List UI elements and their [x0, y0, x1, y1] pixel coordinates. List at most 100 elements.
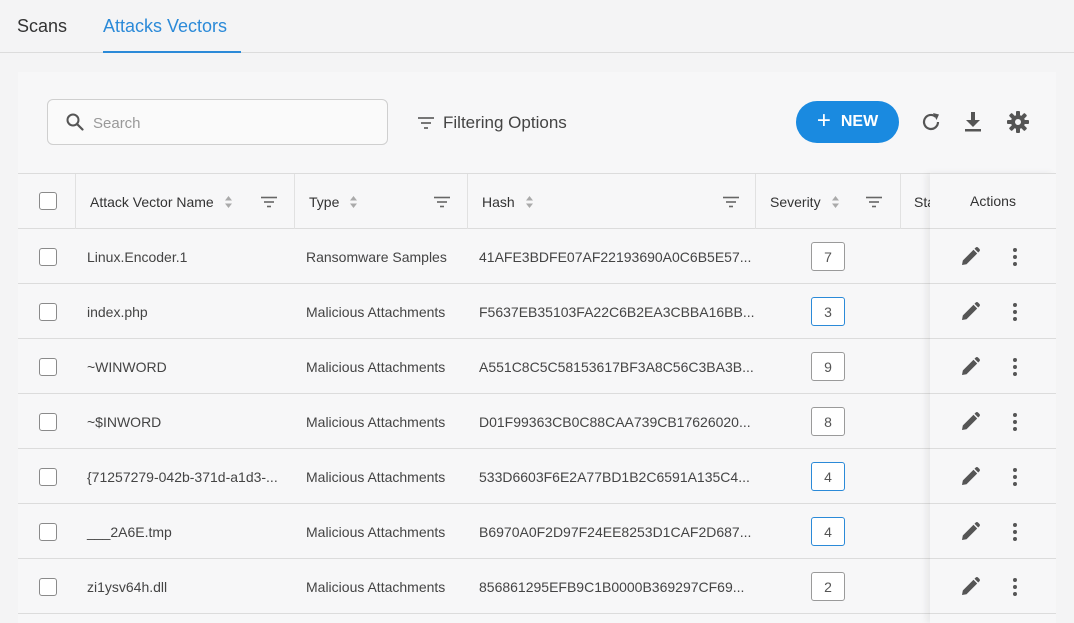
row-actions [930, 559, 1056, 614]
filtering-options-label: Filtering Options [443, 113, 567, 132]
table-row[interactable]: ~WINWORD Malicious Attachments A551C8C5C58… [18, 339, 1056, 394]
hash-cell: F5637EB35103FA22C6B2EA3CBBA16BB... [479, 303, 755, 320]
kebab-icon[interactable] [1011, 301, 1019, 323]
filter-icon [418, 117, 434, 129]
severity-badge: 4 [811, 462, 845, 491]
header-severity[interactable]: Severity [756, 174, 901, 230]
kebab-icon[interactable] [1011, 411, 1019, 433]
attack-vector-name-cell: {71257279-042b-371d-a1d3-... [87, 468, 278, 485]
severity-badge: 9 [811, 352, 845, 381]
pencil-icon[interactable] [959, 356, 981, 378]
gear-icon[interactable] [1006, 110, 1030, 134]
column-filter-icon[interactable] [261, 196, 277, 208]
kebab-icon[interactable] [1011, 356, 1019, 378]
pencil-icon[interactable] [959, 521, 981, 543]
tab-scans[interactable]: Scans [17, 16, 67, 53]
table-row[interactable]: ___2A6E.tmp Malicious Attachments B6970A0F… [18, 504, 1056, 559]
kebab-icon[interactable] [1011, 576, 1019, 598]
severity-badge: 3 [811, 297, 845, 326]
type-cell: Malicious Attachments [306, 578, 446, 595]
row-actions [930, 284, 1056, 339]
severity-badge: 2 [811, 572, 845, 601]
sort-icon[interactable] [525, 195, 534, 209]
row-actions [930, 229, 1056, 284]
header-select-cell [18, 174, 76, 230]
attack-vector-name-cell: Linux.Encoder.1 [87, 248, 188, 265]
tab-attack-vectors[interactable]: Attacks Vectors [103, 16, 241, 53]
attack-vector-name-cell: ___2A6E.tmp [87, 523, 172, 540]
download-icon[interactable] [961, 110, 985, 134]
header-label: Type [309, 194, 340, 210]
severity-badge: 8 [811, 407, 845, 436]
header-actions: Actions [930, 173, 1056, 229]
severity-badge: 4 [811, 517, 845, 546]
plus-icon: + [816, 107, 831, 134]
row-checkbox[interactable] [39, 578, 57, 596]
table-row[interactable]: ~$INWORD Malicious Attachments D01F99363CB… [18, 394, 1056, 449]
type-cell: Malicious Attachments [306, 468, 446, 485]
kebab-icon[interactable] [1011, 521, 1019, 543]
row-checkbox[interactable] [39, 468, 57, 486]
pencil-icon[interactable] [959, 466, 981, 488]
row-checkbox[interactable] [39, 248, 57, 266]
hash-cell: D01F99363CB0C88CAA739CB17626020... [479, 413, 751, 430]
pencil-icon[interactable] [959, 246, 981, 268]
attack-vector-name-cell: index.php [87, 303, 148, 320]
column-filter-icon[interactable] [723, 196, 739, 208]
refresh-icon[interactable] [919, 110, 943, 134]
sort-icon[interactable] [831, 195, 840, 209]
search-input[interactable] [93, 111, 373, 135]
type-cell: Malicious Attachments [306, 523, 446, 540]
type-cell: Malicious Attachments [306, 358, 446, 375]
actions-column: Actions [930, 173, 1056, 623]
row-actions [930, 394, 1056, 449]
new-button[interactable]: + NEW [796, 101, 899, 143]
row-checkbox[interactable] [39, 413, 57, 431]
hash-cell: A551C8C5C58153617BF3A8C56C3BA3B... [479, 358, 754, 375]
row-actions [930, 449, 1056, 504]
table-row[interactable]: zi1ysv64h.dll Malicious Attachments 856861… [18, 559, 1056, 614]
type-cell: Malicious Attachments [306, 413, 446, 430]
row-checkbox[interactable] [39, 358, 57, 376]
pencil-icon[interactable] [959, 411, 981, 433]
type-cell: Malicious Attachments [306, 303, 446, 320]
severity-badge: 7 [811, 242, 845, 271]
header-label: Attack Vector Name [90, 194, 214, 210]
header-attack-vector-name[interactable]: Attack Vector Name [76, 174, 295, 230]
attack-vector-name-cell: ~WINWORD [87, 358, 167, 375]
row-checkbox[interactable] [39, 303, 57, 321]
select-all-checkbox[interactable] [39, 192, 57, 210]
attack-vector-name-cell: ~$INWORD [87, 413, 162, 430]
table-row[interactable]: {71257279-042b-371d-a1d3-... Malicious At… [18, 449, 1056, 504]
row-checkbox[interactable] [39, 523, 57, 541]
header-label: Severity [770, 194, 821, 210]
sort-icon[interactable] [224, 195, 233, 209]
hash-cell: 856861295EFB9C1B0000B369297CF69... [479, 578, 745, 595]
filtering-options-button[interactable]: Filtering Options [417, 112, 567, 134]
kebab-icon[interactable] [1011, 246, 1019, 268]
header-label: Hash [482, 194, 515, 210]
row-actions [930, 339, 1056, 394]
hash-cell: 41AFE3BDFE07AF22193690A0C6B5E57... [479, 248, 752, 265]
table-row[interactable]: index.php Malicious Attachments F5637EB351… [18, 284, 1056, 339]
table-row[interactable]: Linux.Encoder.1 Ransomware Samples 41AFE3B… [18, 229, 1056, 284]
hash-cell: B6970A0F2D97F24EE8253D1CAF2D687... [479, 523, 752, 540]
type-cell: Ransomware Samples [306, 248, 447, 265]
search-box[interactable] [47, 99, 388, 145]
header-hash[interactable]: Hash [468, 174, 756, 230]
search-icon [66, 113, 84, 131]
attack-vector-name-cell: zi1ysv64h.dll [87, 578, 168, 595]
tab-bar: Scans Attacks Vectors [0, 0, 1074, 53]
column-filter-icon[interactable] [434, 196, 450, 208]
header-label: Actions [970, 193, 1016, 209]
table-header: Attack Vector Name Type Hash Severity St… [18, 173, 1056, 230]
pencil-icon[interactable] [959, 576, 981, 598]
sort-icon[interactable] [349, 195, 358, 209]
kebab-icon[interactable] [1011, 466, 1019, 488]
pencil-icon[interactable] [959, 301, 981, 323]
header-type[interactable]: Type [295, 174, 468, 230]
new-button-label: NEW [840, 113, 879, 130]
column-filter-icon[interactable] [866, 196, 882, 208]
row-actions [930, 504, 1056, 559]
hash-cell: 533D6603F6E2A77BD1B2C6591A135C4... [479, 468, 750, 485]
